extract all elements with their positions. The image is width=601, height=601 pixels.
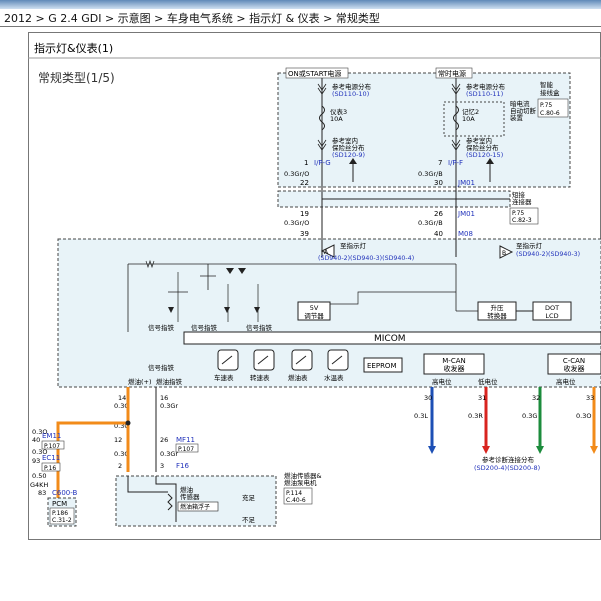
pin-30-can: 30 <box>424 394 432 402</box>
pin-12: 12 <box>114 436 122 444</box>
lamp-ref-a-codes: (SD940-2)(SD940-3)(SD940-4) <box>318 255 414 262</box>
wire-label-16: 0.3R <box>468 412 483 420</box>
pin-19: 19 <box>300 210 309 218</box>
breadcrumb: 2012 > G 2.4 GDI > 示意图 > 车身电气系统 > 指示灯 & … <box>4 12 380 25</box>
empty-label: 不足 <box>242 516 256 524</box>
ig-ref-dist-code: (SD110-10) <box>332 90 369 98</box>
window-header-bar <box>0 0 601 9</box>
gauge-speedometer <box>217 349 239 371</box>
header-divider <box>0 26 601 27</box>
b-ground-ref-code: (SD120-15) <box>466 151 503 159</box>
wire-label-1: 0.3Gr/O <box>284 170 309 178</box>
connector-jm01-b: JM01 <box>457 210 475 218</box>
float-label: 燃油箱浮子 <box>180 503 210 511</box>
wire-label-4: 0.3Gr/B <box>418 219 443 227</box>
pin-33: 33 <box>586 394 594 402</box>
constant-power-label: 常时电源 <box>438 69 466 78</box>
pin-40-em11: 40 <box>32 436 40 444</box>
can-high-2: 高电位 <box>556 377 576 386</box>
panel-title: 指示灯&仪表(1) <box>34 41 113 55</box>
connector-jm01-a: JM01 <box>457 179 475 187</box>
pin-2: 2 <box>118 462 122 470</box>
wire-label-3: 0.3Gr/O <box>284 219 309 227</box>
wiring-diagram: 指示灯&仪表(1) 常规类型(1/5) ON或START电源 常时电源 智能接线… <box>28 32 601 540</box>
gauge-fuel-label: 燃油表 <box>288 373 308 382</box>
lamp-ref-b: 至指示灯 <box>516 241 543 250</box>
ec11-ref: P.16 <box>44 465 56 472</box>
can-high-1: 高电位 <box>432 377 452 386</box>
pin-1: 1 <box>304 159 308 167</box>
connector-ec11: EC11 <box>42 454 60 462</box>
lamp-b-label: B <box>502 250 506 257</box>
signal-proc-1: 信号指铁 <box>148 323 175 332</box>
splice-dot <box>125 420 131 426</box>
pin-93: 93 <box>32 457 40 465</box>
connector-ipg: I/P-G <box>314 159 331 167</box>
panel-subtitle: 常规类型(1/5) <box>38 70 115 85</box>
wire-label-10: 0.3Gr <box>160 450 178 458</box>
connector-c600b: C600-B <box>52 489 78 497</box>
pcm-label: PCM <box>52 500 67 508</box>
connector-em11: EM11 <box>42 432 61 440</box>
signal-proc-2: 信号指铁 <box>191 323 218 332</box>
connector-mf11: MF11 <box>176 436 195 444</box>
wire-label-18: 0.3O <box>576 412 591 420</box>
lamp-ref-a: 至指示灯 <box>340 241 367 250</box>
wire-label-15: 0.3L <box>414 412 428 420</box>
wire-label-6: 0.3Gr <box>160 402 178 410</box>
wire-label-13: 0.50 <box>32 472 46 480</box>
pin-14: 14 <box>118 394 126 402</box>
connector-ipf: I/P-F <box>448 159 463 167</box>
gauge-tachometer <box>253 349 275 371</box>
fuel-pos-label: 燃油(+) <box>128 377 152 386</box>
mcan-label: M-CAN 收发器 <box>442 357 465 373</box>
sender-title: 燃油传感器&燃油泵电机 <box>284 471 322 487</box>
pin-32: 32 <box>532 394 540 402</box>
gauge-tach-label: 转速表 <box>250 373 270 382</box>
gauge-temp <box>327 349 349 371</box>
on-start-power-label: ON或START电源 <box>288 69 341 78</box>
pin-39: 39 <box>300 230 309 238</box>
pin-7: 7 <box>438 159 442 167</box>
fuse-meter3-rating: 10A <box>330 115 343 123</box>
pin-3: 3 <box>160 462 164 470</box>
pin-26-mf11: 26 <box>160 436 168 444</box>
ig-ground-ref-code: (SD120-9) <box>332 151 365 159</box>
fuel-gnd-label: 燃油指铁 <box>156 377 183 386</box>
wire-label-17: 0.3G <box>522 412 537 420</box>
pin-31: 31 <box>478 394 486 402</box>
g4kh-label: G4KH <box>30 481 48 489</box>
gauge-speed-label: 车速表 <box>214 373 234 382</box>
pin-40: 40 <box>434 230 443 238</box>
connector-f16: F16 <box>176 462 189 470</box>
pin-83: 83 <box>38 489 46 497</box>
b-ref-dist-code: (SD110-11) <box>466 90 503 98</box>
connector-m08: M08 <box>458 230 473 238</box>
wire-label-2: 0.3Gr/B <box>418 170 443 178</box>
gauge-temp-label: 水温表 <box>324 373 344 382</box>
can-low-1: 低电位 <box>478 377 498 386</box>
lamp-ref-b-codes: (SD940-2)(SD940-3) <box>516 251 580 258</box>
micom-label: MICOM <box>374 334 406 344</box>
bus-ref-codes: (SD200-4)(SD200-8) <box>474 464 540 472</box>
fuse-memory2-rating: 10A <box>462 115 475 123</box>
dot-lcd-label: DOT LCD <box>545 304 559 320</box>
signal-proc-3: 信号指铁 <box>246 323 273 332</box>
pin-16: 16 <box>160 394 168 402</box>
full-label: 充足 <box>242 493 256 502</box>
signal-proc-4: 信号指铁 <box>148 363 175 372</box>
mf11-ref: P.107 <box>178 446 194 453</box>
pin-22: 22 <box>300 179 309 187</box>
pin-30: 30 <box>434 179 443 187</box>
ccan-label: C-CAN 收发器 <box>563 357 585 373</box>
gauge-fuel <box>291 349 313 371</box>
eeprom-label: EEPROM <box>367 362 396 370</box>
bus-ref-label: 参考诊断连接分布 <box>482 455 535 464</box>
pin-26: 26 <box>434 210 443 218</box>
